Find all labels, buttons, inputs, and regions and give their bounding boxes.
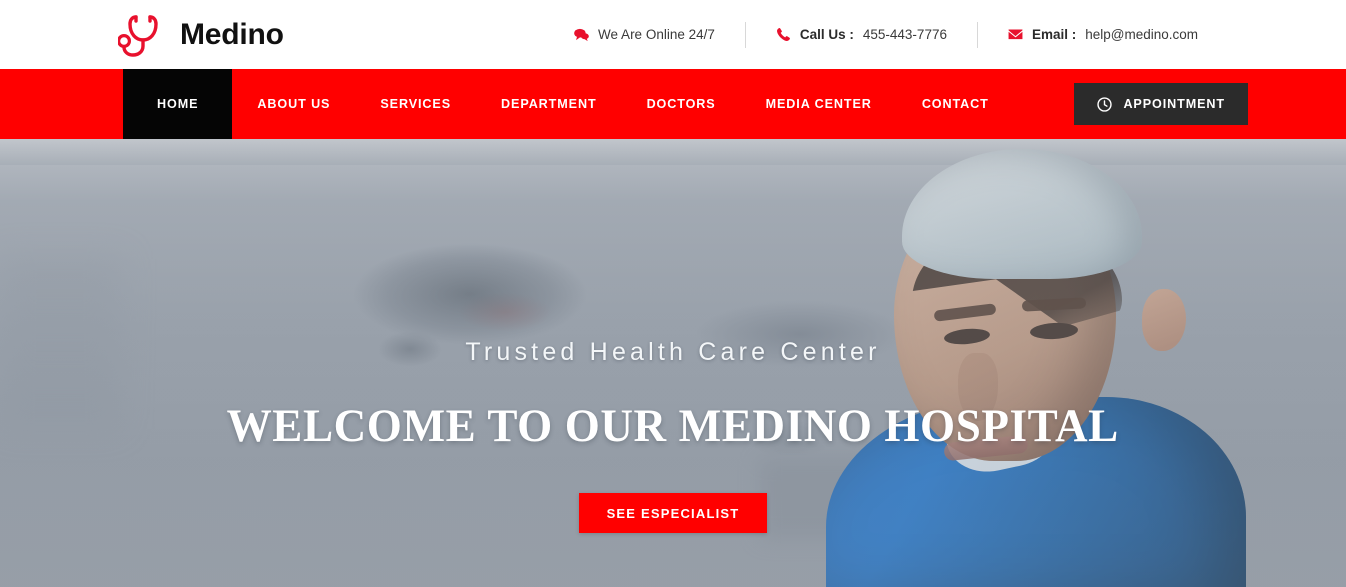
nav-item-services[interactable]: SERVICES [355, 69, 476, 139]
online-status-text: We Are Online 24/7 [598, 27, 715, 42]
envelope-icon [1008, 27, 1023, 42]
nav-item-contact[interactable]: CONTACT [897, 69, 1014, 139]
hero-subtitle: Trusted Health Care Center [465, 338, 881, 366]
nav-item-department[interactable]: DEPARTMENT [476, 69, 622, 139]
top-info-phone[interactable]: Call Us : 455-443-7776 [746, 27, 977, 42]
nav-item-list: HOME ABOUT US SERVICES DEPARTMENT DOCTOR… [123, 69, 1014, 139]
appointment-button-wrap: APPOINTMENT [1074, 69, 1248, 139]
nav-item-home[interactable]: HOME [123, 69, 233, 139]
email-address: help@medino.com [1085, 27, 1198, 42]
top-bar: Medino We Are Online 24/7 Call Us : 455-… [0, 0, 1346, 69]
main-navigation: HOME ABOUT US SERVICES DEPARTMENT DOCTOR… [0, 69, 1346, 139]
see-specialist-button[interactable]: SEE ESPECIALIST [578, 493, 768, 533]
nav-item-doctors[interactable]: DOCTORS [622, 69, 741, 139]
hero-title: WELCOME TO OUR MEDINO HOSPITAL [226, 400, 1120, 452]
top-contact-info: We Are Online 24/7 Call Us : 455-443-777… [544, 21, 1228, 48]
appointment-button[interactable]: APPOINTMENT [1074, 83, 1248, 125]
email-label: Email : [1031, 27, 1077, 42]
chat-bubbles-icon [574, 27, 589, 42]
phone-number: 455-443-7776 [862, 27, 947, 42]
top-info-email[interactable]: Email : help@medino.com [978, 27, 1228, 42]
top-info-online[interactable]: We Are Online 24/7 [544, 27, 745, 42]
brand-logo[interactable]: Medino [116, 12, 284, 58]
stethoscope-icon [116, 12, 176, 58]
hero-content: Trusted Health Care Center WELCOME TO OU… [0, 139, 1346, 587]
appointment-label: APPOINTMENT [1123, 97, 1225, 111]
clock-icon [1097, 96, 1113, 112]
hero-banner: Trusted Health Care Center WELCOME TO OU… [0, 139, 1346, 587]
brand-name: Medino [180, 17, 284, 51]
phone-label: Call Us : [799, 27, 854, 42]
phone-icon [776, 27, 791, 42]
nav-item-media-center[interactable]: MEDIA CENTER [741, 69, 897, 139]
nav-item-about-us[interactable]: ABOUT US [232, 69, 355, 139]
